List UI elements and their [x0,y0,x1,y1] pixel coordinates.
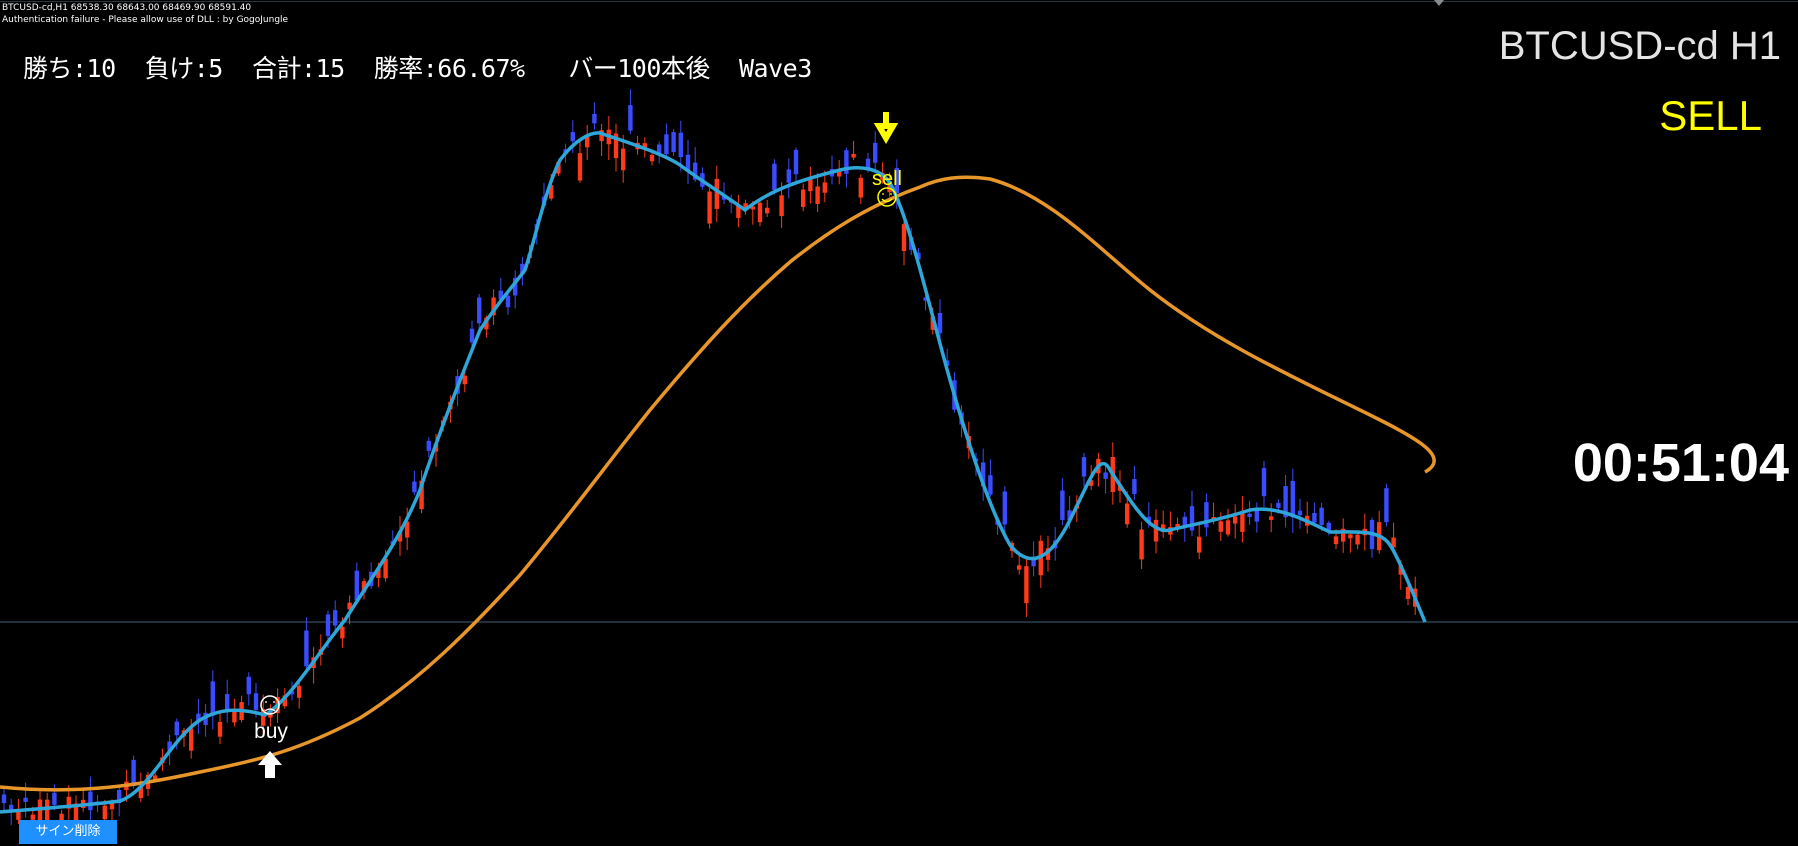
candle-body [1319,507,1324,526]
white-up-arrow-icon [258,751,282,778]
candle-body [1017,565,1022,570]
candle-body [88,791,93,811]
trade-signal-markers: buy sell [254,112,902,778]
candle-body [815,186,820,205]
candle-body [505,295,511,308]
candle-body [1355,534,1360,545]
candle-body [297,685,302,698]
candle-body [210,681,215,716]
candle-body [1197,536,1202,553]
dll-auth-warning-text: Authentication failure - Please allow us… [2,15,289,25]
slow-moving-average-line [0,175,1436,792]
candle-body [772,163,777,191]
candle-body [1081,457,1087,477]
candle-body [592,113,597,124]
candle-body [304,630,309,667]
signal-direction-label: SELL [1659,92,1762,139]
candle-body [1290,480,1295,518]
candle-body [801,189,806,208]
candle-body [1312,512,1317,523]
candle-body [1139,529,1144,560]
candle-body [901,224,907,252]
sell-label: sell [872,168,902,190]
candle-body [1218,521,1223,532]
candle-body [325,614,331,636]
candle-body [1233,516,1238,524]
candle-body [102,805,107,820]
candle-body [1297,510,1303,516]
candle-body [174,721,179,736]
candle-body [1024,566,1029,604]
candle-body [1132,479,1137,495]
ohlc-info-text: BTCUSD-cd,H1 68538.30 68643.00 68469.90 … [2,3,252,13]
candle-body [786,169,791,183]
candle-body [1276,502,1281,508]
candle-body [1103,472,1108,479]
candle-body [851,153,856,158]
candle-body [1247,513,1252,518]
candle-body [649,155,655,162]
candle-body [52,792,57,805]
candle-body [1125,503,1130,525]
candle-body [426,440,431,451]
candle-body [707,191,712,224]
candle-body [246,676,251,695]
candle-body [577,153,583,181]
candle-body [570,132,575,142]
candle-body [1384,488,1389,523]
candle-body [664,134,669,155]
candle-body [757,202,763,223]
candle-body [873,142,878,163]
candle-body [808,179,813,192]
candle-body [333,610,338,626]
candle-body [937,312,943,334]
candle-body [225,694,230,711]
candle-body [793,149,799,175]
candle-body [657,144,662,154]
candle-body [858,177,863,198]
price-chart[interactable]: buy sell [0,0,1798,846]
chart-shift-marker-icon[interactable] [1434,0,1444,6]
win-loss-stats: 勝ち:10 負け:5 合計:15 勝率:66.67% バー100本後 Wave3 [23,54,812,83]
candle-body [621,148,626,171]
yellow-down-arrow-icon [873,112,899,144]
bar-countdown-timer: 00:51:04 [1572,433,1789,493]
candle-body [1333,536,1339,545]
candle-body [340,626,345,639]
candle-body [354,570,359,601]
candle-body [779,195,784,217]
candle-body [477,297,482,324]
candle-body [1348,534,1353,539]
buy-label: buy [254,720,288,743]
candle-body [1002,491,1007,525]
candle-body [253,693,259,710]
candle-body [23,797,28,802]
candle-body [45,799,50,822]
candle-body [412,481,417,493]
candle-body [1153,519,1159,542]
candle-body [1060,490,1065,520]
candle-body [1261,467,1267,497]
candle-body [822,182,827,193]
candle-body [217,721,223,737]
candle-body [671,132,676,153]
candle-body [1,794,7,804]
candle-body [1254,510,1259,522]
candle-body [469,328,475,343]
candle-body [1225,520,1231,535]
candle-body [131,759,136,787]
candlesticks [1,89,1418,839]
candle-body [1269,516,1274,520]
candle-body [765,207,770,214]
candle-body [714,178,719,209]
candle-body [628,105,633,131]
candle-body [189,728,194,751]
candle-body [678,132,683,158]
symbol-timeframe-label: BTCUSD-cd H1 [1498,24,1781,68]
candle-body [988,475,993,495]
delete-signals-button[interactable]: サイン削除 [19,820,117,844]
